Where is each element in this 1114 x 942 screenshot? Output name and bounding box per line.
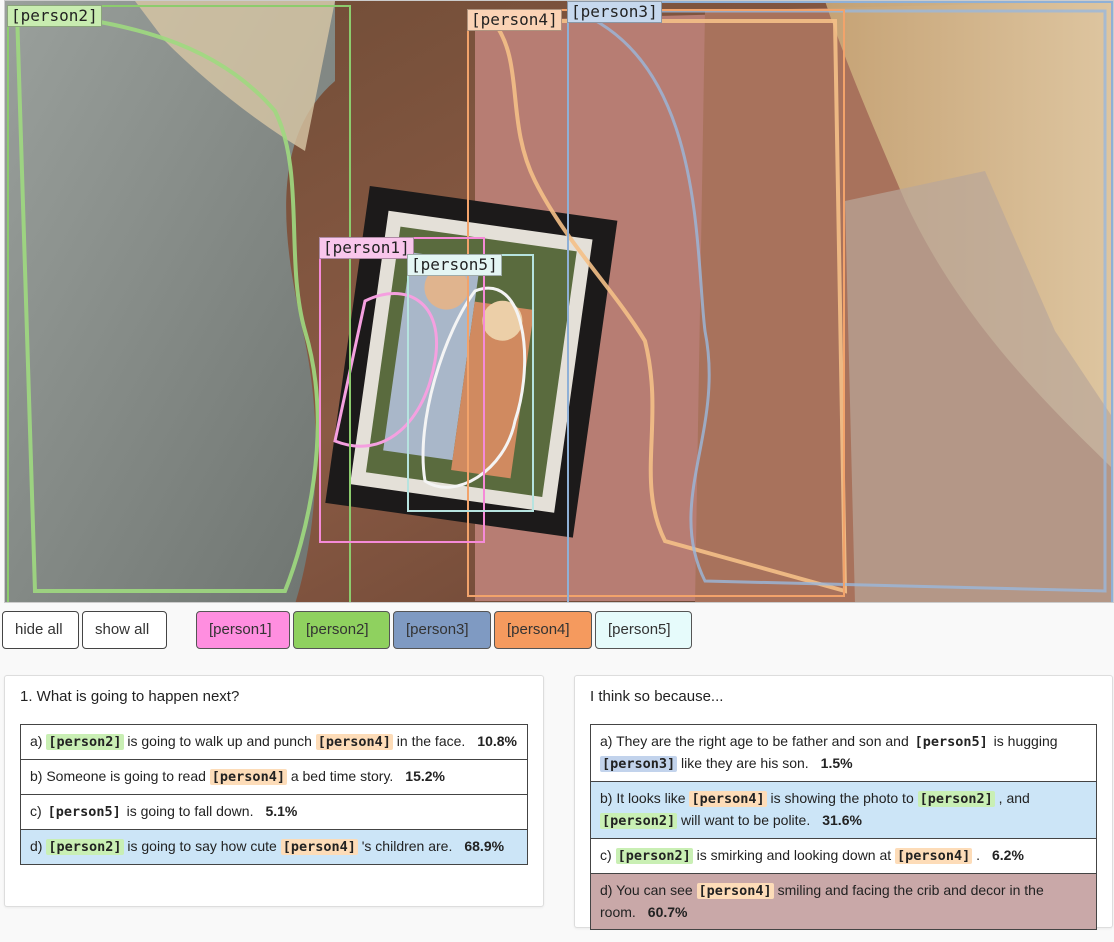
option-text: is going to say how cute bbox=[123, 838, 281, 854]
bbox-label-person3: [person3] bbox=[567, 1, 662, 23]
person-tag: [person3] bbox=[600, 756, 678, 772]
option-text: is going to fall down. bbox=[122, 803, 254, 819]
option-text: like they are his son. bbox=[677, 755, 809, 771]
answer-option-a[interactable]: a) [person2] is going to walk up and pun… bbox=[21, 725, 527, 759]
person-tag: [person2] bbox=[600, 813, 678, 829]
option-text: in the face. bbox=[392, 733, 466, 749]
option-text bbox=[42, 803, 46, 819]
bbox-label-person5: [person5] bbox=[407, 254, 502, 276]
person-tag: [person4] bbox=[315, 734, 393, 750]
person-tag: [person4] bbox=[696, 883, 774, 899]
toggle-person4[interactable]: [person4] bbox=[494, 611, 592, 649]
option-letter: a) bbox=[600, 733, 613, 749]
option-percent: 5.1% bbox=[265, 803, 298, 819]
person-tag: [person5] bbox=[45, 804, 123, 820]
answer-option-c[interactable]: c) [person5] is going to fall down. 5.1% bbox=[21, 794, 527, 829]
rationale-option-a[interactable]: a) They are the right age to be father a… bbox=[591, 725, 1096, 781]
option-text: is showing the photo to bbox=[766, 790, 918, 806]
rationale-option-b[interactable]: b) It looks like [person4] is showing th… bbox=[591, 781, 1096, 838]
rationale-title: I think so because... bbox=[590, 688, 724, 705]
option-text: It looks like bbox=[612, 790, 690, 806]
question-title: 1. What is going to happen next? bbox=[20, 688, 240, 705]
answer-option-b[interactable]: b) Someone is going to read [person4] a … bbox=[21, 759, 527, 794]
toggle-person2[interactable]: [person2] bbox=[293, 611, 390, 649]
bbox-person3[interactable]: [person3] bbox=[567, 1, 1113, 602]
option-text: You can see bbox=[612, 882, 697, 898]
option-percent: 10.8% bbox=[477, 733, 517, 749]
rationale-card: I think so because... a) They are the ri… bbox=[574, 675, 1113, 930]
hide-all-button[interactable]: hide all bbox=[2, 611, 79, 649]
option-letter: b) bbox=[600, 790, 613, 806]
option-letter: c) bbox=[600, 847, 612, 863]
option-letter: d) bbox=[600, 882, 613, 898]
person-tag: [person2] bbox=[46, 839, 124, 855]
person-tag: [person2] bbox=[917, 791, 995, 807]
question-card: 1. What is going to happen next? a) [per… bbox=[4, 675, 544, 907]
option-letter: c) bbox=[30, 803, 42, 819]
option-letter: d) bbox=[30, 838, 43, 854]
bbox-label-person1: [person1] bbox=[319, 237, 414, 259]
option-text: They are the right age to be father and … bbox=[612, 733, 913, 749]
option-letter: b) bbox=[30, 768, 43, 784]
option-text: , and bbox=[994, 790, 1030, 806]
option-text: is hugging bbox=[989, 733, 1058, 749]
option-text: 's children are. bbox=[357, 838, 453, 854]
toggle-person5[interactable]: [person5] bbox=[595, 611, 692, 649]
answer-option-d[interactable]: d) [person2] is going to say how cute [p… bbox=[21, 829, 527, 864]
option-text: is smirking and looking down at bbox=[692, 847, 896, 863]
option-percent: 68.9% bbox=[464, 838, 505, 854]
bbox-person5[interactable]: [person5] bbox=[407, 254, 534, 512]
bbox-label-person4: [person4] bbox=[467, 9, 562, 31]
toggle-person3[interactable]: [person3] bbox=[393, 611, 491, 649]
person-tag: [person2] bbox=[46, 734, 124, 750]
person-tag: [person2] bbox=[615, 848, 693, 864]
person-tag: [person4] bbox=[209, 769, 287, 785]
rationale-options: a) They are the right age to be father a… bbox=[590, 724, 1097, 930]
rationale-option-c[interactable]: c) [person2] is smirking and looking dow… bbox=[591, 838, 1096, 873]
scene-image: [person2] [person4] [person3] [person1] … bbox=[4, 0, 1114, 603]
person-tag: [person5] bbox=[912, 734, 990, 750]
person-tag: [person4] bbox=[895, 848, 973, 864]
option-text: will want to be polite. bbox=[677, 812, 811, 828]
toggle-person1[interactable]: [person1] bbox=[196, 611, 290, 649]
rationale-option-d[interactable]: d) You can see [person4] smiling and fac… bbox=[591, 873, 1096, 929]
visibility-controls: hide all show all [person1] [person2] [p… bbox=[0, 611, 1114, 651]
option-percent: 31.6% bbox=[822, 812, 862, 828]
answer-options: a) [person2] is going to walk up and pun… bbox=[20, 724, 528, 865]
option-percent: 6.2% bbox=[991, 847, 1024, 863]
person-tag: [person4] bbox=[280, 839, 358, 855]
option-text: is going to walk up and punch bbox=[123, 733, 316, 749]
option-text: a bed time story. bbox=[286, 768, 394, 784]
bbox-person2[interactable]: [person2] bbox=[7, 5, 351, 602]
option-text: . bbox=[972, 847, 980, 863]
option-percent: 60.7% bbox=[647, 904, 688, 920]
option-text bbox=[612, 847, 616, 863]
person-tag: [person4] bbox=[689, 791, 767, 807]
show-all-button[interactable]: show all bbox=[82, 611, 167, 649]
option-percent: 1.5% bbox=[820, 755, 853, 771]
bbox-label-person2: [person2] bbox=[7, 5, 102, 27]
option-text: Someone is going to read bbox=[42, 768, 210, 784]
option-letter: a) bbox=[30, 733, 43, 749]
option-percent: 15.2% bbox=[405, 768, 445, 784]
